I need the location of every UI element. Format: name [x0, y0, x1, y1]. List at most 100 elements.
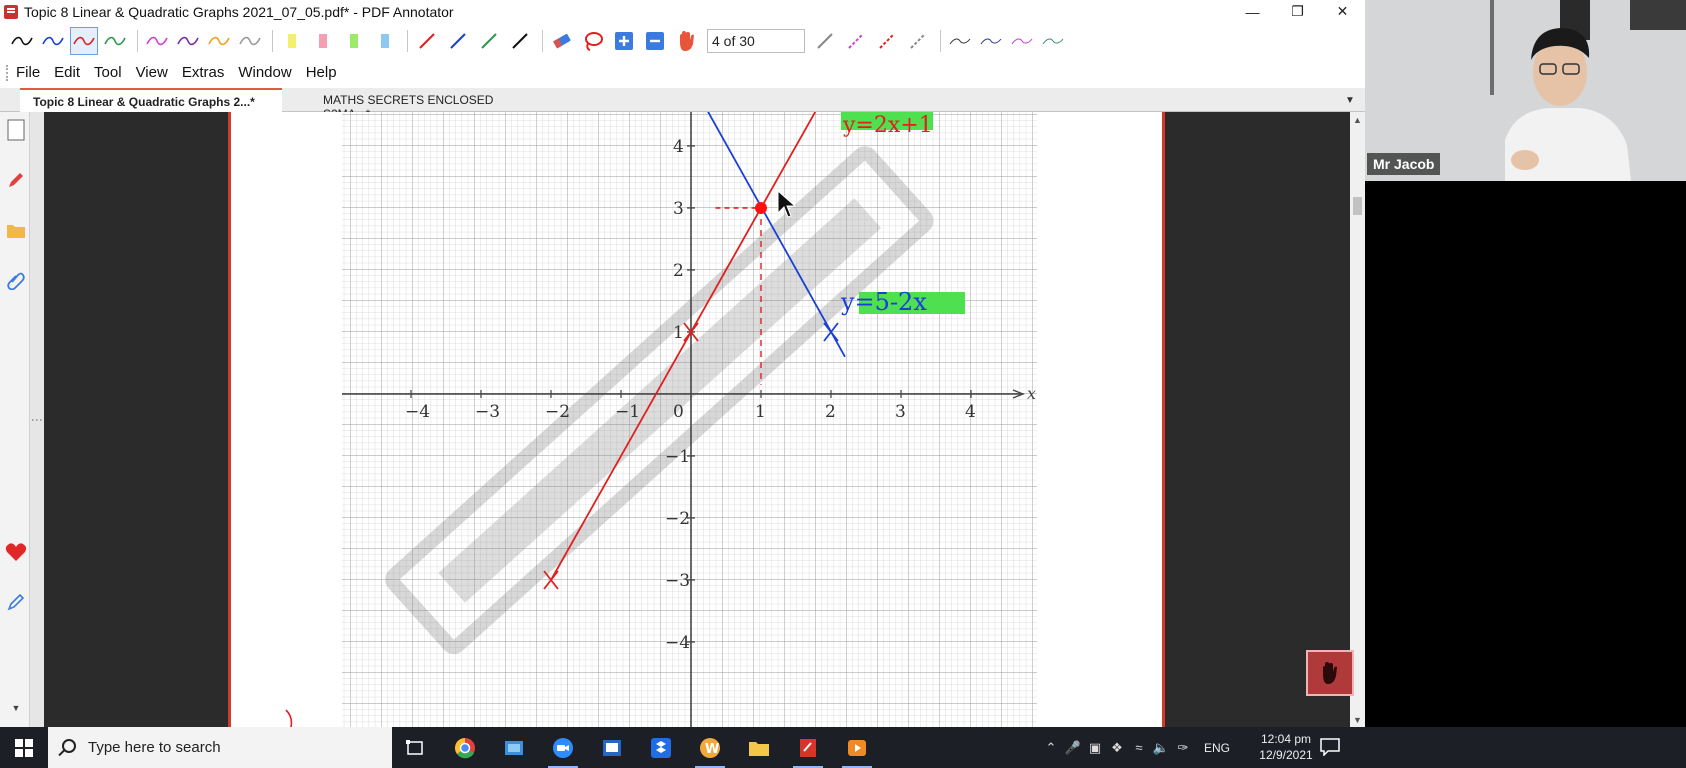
close-button[interactable]: ✕	[1320, 0, 1365, 23]
pen-green-button[interactable]	[101, 27, 129, 55]
highlighter-green-button[interactable]	[340, 27, 368, 55]
task-view-button[interactable]	[392, 727, 438, 768]
pdf-page[interactable]: x −4 −3 −2 −1 0 1 2 3 4 4 3 2 1 −1 −2 −3 −4 y=2x+1 y=5-2…	[228, 112, 1165, 727]
zoom-in-button[interactable]	[610, 27, 638, 55]
start-button[interactable]	[0, 727, 48, 768]
thin-pen-magenta-button[interactable]	[1008, 27, 1036, 55]
dashed-line-gray-button[interactable]	[904, 27, 932, 55]
volume-icon[interactable]: 🔈	[1150, 740, 1172, 756]
pen-stroke-icon	[177, 36, 199, 45]
tab-topic-8[interactable]: Topic 8 Linear & Quadratic Graphs 2...*	[20, 88, 282, 112]
annotation-red-label: y=2x+1	[842, 113, 933, 138]
line-icon	[419, 32, 435, 49]
battery-icon[interactable]: ▣	[1084, 740, 1106, 756]
folder-button[interactable]	[4, 218, 28, 242]
taskbar-dropbox[interactable]	[638, 727, 684, 768]
x-tick-label: 0	[673, 402, 684, 422]
scroll-down-arrow[interactable]: ▼	[1350, 712, 1365, 727]
y-tick-label: −3	[665, 571, 690, 591]
annotation-pen-button[interactable]	[4, 168, 28, 192]
menu-file[interactable]: File	[16, 64, 40, 81]
folder-icon	[7, 225, 25, 238]
taskbar-file-explorer[interactable]	[736, 727, 782, 768]
scroll-up-arrow[interactable]: ▲	[1350, 112, 1365, 127]
menu-window[interactable]: Window	[238, 64, 291, 81]
x-tick-label: −4	[405, 402, 430, 422]
show-hidden-icons-chevron-icon[interactable]: ⌃	[1040, 740, 1062, 756]
dashed-line-red-button[interactable]	[873, 27, 901, 55]
pen-magenta-button[interactable]	[143, 27, 171, 55]
action-center-button[interactable]	[1318, 735, 1342, 759]
dashed-line-icon	[848, 32, 864, 49]
line-black-button[interactable]	[506, 27, 534, 55]
document-tab-bar: Topic 8 Linear & Quadratic Graphs 2...* …	[0, 88, 1365, 121]
wifi-icon[interactable]: ≈	[1128, 740, 1150, 755]
toolbar-separator	[272, 29, 273, 52]
page-number-field[interactable]	[707, 28, 805, 53]
lasso-button[interactable]	[579, 27, 607, 55]
hand-icon	[680, 30, 694, 51]
pen-red-button[interactable]	[70, 26, 98, 55]
attachment-button[interactable]	[4, 268, 28, 292]
pen-tray-icon[interactable]: ✑	[1172, 740, 1194, 756]
input-language[interactable]: ENG	[1204, 741, 1230, 755]
y-tick-label: 3	[673, 199, 684, 219]
x-tick-label: 1	[755, 402, 766, 422]
line-blue-button[interactable]	[444, 27, 472, 55]
edit-pen-button[interactable]	[4, 590, 28, 614]
pen-orange-button[interactable]	[205, 27, 233, 55]
microphone-icon[interactable]: 🎤	[1062, 740, 1084, 756]
dashed-line-magenta-button[interactable]	[842, 27, 870, 55]
highlighter-blue-button[interactable]	[371, 27, 399, 55]
line-red-button[interactable]	[413, 27, 441, 55]
favorites-button[interactable]	[4, 540, 28, 564]
panel-scroll-down[interactable]: ▼	[4, 698, 28, 718]
menu-extras[interactable]: Extras	[182, 64, 225, 81]
line-icon	[817, 32, 833, 49]
document-viewer[interactable]: x −4 −3 −2 −1 0 1 2 3 4 4 3 2 1 −1 −2 −3 −4 y=2x+1 y=5-2…	[44, 112, 1350, 727]
taskbar-chrome[interactable]	[442, 727, 488, 768]
line-green-button[interactable]	[475, 27, 503, 55]
thin-pen-teal-button[interactable]	[1039, 27, 1067, 55]
y-tick-label: −2	[665, 509, 690, 529]
menu-edit[interactable]: Edit	[54, 64, 80, 81]
taskbar-media-player[interactable]	[834, 727, 880, 768]
menu-help[interactable]: Help	[306, 64, 337, 81]
search-placeholder: Type here to search	[88, 739, 221, 756]
thin-pen-navy-button[interactable]	[977, 27, 1005, 55]
tab-maths-secrets[interactable]: MATHS SECRETS ENCLOSED S2MA...*	[310, 88, 540, 121]
pen-gray-button[interactable]	[236, 27, 264, 55]
taskbar-whiteboard[interactable]	[589, 727, 635, 768]
window-controls: — ❐ ✕	[1230, 0, 1365, 23]
svg-text:W: W	[705, 742, 719, 757]
restore-button[interactable]: ❐	[1275, 0, 1320, 23]
menu-view[interactable]: View	[136, 64, 168, 81]
highlighter-yellow-button[interactable]	[278, 27, 306, 55]
minimize-button[interactable]: —	[1230, 0, 1275, 23]
pen-blue-button[interactable]	[39, 27, 67, 55]
zoom-icon	[553, 737, 573, 758]
taskbar-whatsapp[interactable]: W	[687, 727, 733, 768]
pen-black-button[interactable]	[8, 27, 36, 55]
zoom-out-button[interactable]	[641, 27, 669, 55]
taskbar-search-box[interactable]: Type here to search	[48, 727, 392, 768]
taskbar-clock[interactable]: 12:04 pm 12/9/2021	[1250, 731, 1322, 763]
title-bar: Topic 8 Linear & Quadratic Graphs 2021_0…	[0, 0, 1365, 23]
scrollbar-thumb[interactable]	[1353, 197, 1362, 215]
line-gray-button[interactable]	[811, 27, 839, 55]
thin-pen-black-button[interactable]	[946, 27, 974, 55]
menu-tool[interactable]: Tool	[94, 64, 122, 81]
vertical-scrollbar[interactable]: ▲ ▼	[1350, 112, 1365, 727]
dropbox-tray-icon[interactable]: ❖	[1106, 740, 1128, 756]
highlighter-pink-button[interactable]	[309, 27, 337, 55]
eraser-button[interactable]	[548, 27, 576, 55]
panel-splitter[interactable]: ⋮	[30, 112, 44, 727]
taskbar-app-viewer[interactable]	[491, 727, 537, 768]
floating-hand-tool-button[interactable]	[1306, 650, 1354, 696]
taskbar-pdf-annotator[interactable]	[785, 727, 831, 768]
page-thumbnail-button[interactable]	[4, 118, 28, 142]
tab-list-dropdown[interactable]: ▼	[1341, 91, 1359, 109]
hand-tool-button[interactable]	[672, 27, 700, 55]
taskbar-zoom[interactable]	[540, 727, 586, 768]
pen-purple-button[interactable]	[174, 27, 202, 55]
